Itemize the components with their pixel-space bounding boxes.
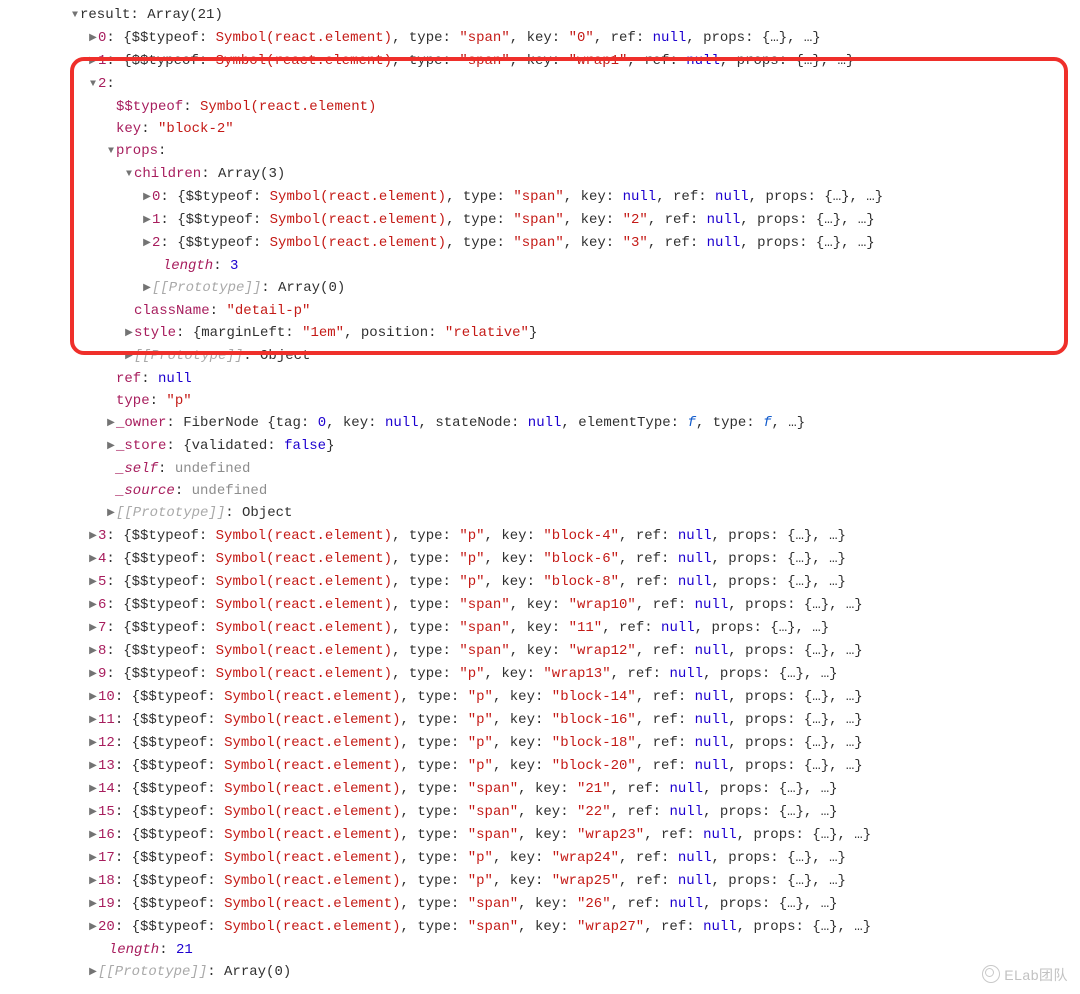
chevron-right-icon[interactable] bbox=[106, 436, 116, 458]
array-item-17[interactable]: 17: {$$typeof: Symbol(react.element), ty… bbox=[0, 847, 1080, 870]
array-prototype[interactable]: [[Prototype]]: Array(0) bbox=[0, 961, 1080, 984]
chevron-right-icon[interactable] bbox=[142, 210, 152, 232]
prop-ref: ref: null bbox=[0, 368, 1080, 390]
prop-classname: className: "detail-p" bbox=[0, 300, 1080, 322]
chevron-right-icon[interactable] bbox=[88, 894, 98, 916]
chevron-right-icon[interactable] bbox=[88, 779, 98, 801]
chevron-right-icon[interactable] bbox=[88, 572, 98, 594]
children-length: length: 3 bbox=[0, 255, 1080, 277]
chevron-right-icon[interactable] bbox=[142, 233, 152, 255]
chevron-right-icon[interactable] bbox=[88, 526, 98, 548]
chevron-right-icon[interactable] bbox=[106, 503, 116, 525]
chevron-right-icon[interactable] bbox=[88, 733, 98, 755]
prop-style[interactable]: style: {marginLeft: "1em", position: "re… bbox=[0, 322, 1080, 345]
prop-typeof: $$typeof: Symbol(react.element) bbox=[0, 96, 1080, 118]
children-item-2[interactable]: 2: {$$typeof: Symbol(react.element), typ… bbox=[0, 232, 1080, 255]
prop-source: _source: undefined bbox=[0, 480, 1080, 502]
chevron-right-icon[interactable] bbox=[88, 28, 98, 50]
chevron-right-icon[interactable] bbox=[88, 51, 98, 73]
array-item-10[interactable]: 10: {$$typeof: Symbol(react.element), ty… bbox=[0, 686, 1080, 709]
chevron-right-icon[interactable] bbox=[106, 413, 116, 435]
array-item-13[interactable]: 13: {$$typeof: Symbol(react.element), ty… bbox=[0, 755, 1080, 778]
chevron-right-icon[interactable] bbox=[88, 871, 98, 893]
chevron-right-icon[interactable] bbox=[88, 664, 98, 686]
prop-key: key: "block-2" bbox=[0, 118, 1080, 140]
array-item-14[interactable]: 14: {$$typeof: Symbol(react.element), ty… bbox=[0, 778, 1080, 801]
chevron-right-icon[interactable] bbox=[88, 825, 98, 847]
chevron-right-icon[interactable] bbox=[142, 187, 152, 209]
chevron-down-icon[interactable] bbox=[70, 5, 80, 27]
chevron-right-icon[interactable] bbox=[88, 962, 98, 984]
array-item-20[interactable]: 20: {$$typeof: Symbol(react.element), ty… bbox=[0, 916, 1080, 939]
array-item-16[interactable]: 16: {$$typeof: Symbol(react.element), ty… bbox=[0, 824, 1080, 847]
array-item-18[interactable]: 18: {$$typeof: Symbol(react.element), ty… bbox=[0, 870, 1080, 893]
chevron-down-icon[interactable] bbox=[106, 141, 116, 163]
array-item-1[interactable]: 1: {$$typeof: Symbol(react.element), typ… bbox=[0, 50, 1080, 73]
chevron-right-icon[interactable] bbox=[88, 641, 98, 663]
chevron-right-icon[interactable] bbox=[88, 687, 98, 709]
array-item-19[interactable]: 19: {$$typeof: Symbol(react.element), ty… bbox=[0, 893, 1080, 916]
array-item-2[interactable]: 2: bbox=[0, 73, 1080, 96]
array-item-7[interactable]: 7: {$$typeof: Symbol(react.element), typ… bbox=[0, 617, 1080, 640]
prop-store[interactable]: _store: {validated: false} bbox=[0, 435, 1080, 458]
array-item-6[interactable]: 6: {$$typeof: Symbol(react.element), typ… bbox=[0, 594, 1080, 617]
tree-root[interactable]: result: Array(21) bbox=[0, 4, 1080, 27]
prop-type: type: "p" bbox=[0, 390, 1080, 412]
array-item-9[interactable]: 9: {$$typeof: Symbol(react.element), typ… bbox=[0, 663, 1080, 686]
node2-prototype[interactable]: [[Prototype]]: Object bbox=[0, 502, 1080, 525]
array-item-4[interactable]: 4: {$$typeof: Symbol(react.element), typ… bbox=[0, 548, 1080, 571]
array-item-15[interactable]: 15: {$$typeof: Symbol(react.element), ty… bbox=[0, 801, 1080, 824]
chevron-right-icon[interactable] bbox=[88, 756, 98, 778]
children-item-0[interactable]: 0: {$$typeof: Symbol(react.element), typ… bbox=[0, 186, 1080, 209]
prop-children[interactable]: children: Array(3) bbox=[0, 163, 1080, 186]
console-object-tree: result: Array(21)0: {$$typeof: Symbol(re… bbox=[0, 0, 1080, 994]
prop-self: _self: undefined bbox=[0, 458, 1080, 480]
array-item-3[interactable]: 3: {$$typeof: Symbol(react.element), typ… bbox=[0, 525, 1080, 548]
prop-props[interactable]: props: bbox=[0, 140, 1080, 163]
chevron-down-icon[interactable] bbox=[88, 74, 98, 96]
prop-owner[interactable]: _owner: FiberNode {tag: 0, key: null, st… bbox=[0, 412, 1080, 435]
chevron-right-icon[interactable] bbox=[88, 710, 98, 732]
array-item-0[interactable]: 0: {$$typeof: Symbol(react.element), typ… bbox=[0, 27, 1080, 50]
props-prototype[interactable]: [[Prototype]]: Object bbox=[0, 345, 1080, 368]
chevron-right-icon[interactable] bbox=[88, 618, 98, 640]
chevron-right-icon[interactable] bbox=[88, 595, 98, 617]
chevron-right-icon[interactable] bbox=[124, 346, 134, 368]
array-item-12[interactable]: 12: {$$typeof: Symbol(react.element), ty… bbox=[0, 732, 1080, 755]
children-item-1[interactable]: 1: {$$typeof: Symbol(react.element), typ… bbox=[0, 209, 1080, 232]
children-prototype[interactable]: [[Prototype]]: Array(0) bbox=[0, 277, 1080, 300]
chevron-right-icon[interactable] bbox=[88, 848, 98, 870]
chevron-right-icon[interactable] bbox=[88, 802, 98, 824]
array-item-8[interactable]: 8: {$$typeof: Symbol(react.element), typ… bbox=[0, 640, 1080, 663]
chevron-right-icon[interactable] bbox=[124, 323, 134, 345]
array-item-11[interactable]: 11: {$$typeof: Symbol(react.element), ty… bbox=[0, 709, 1080, 732]
chevron-down-icon[interactable] bbox=[124, 164, 134, 186]
array-length: length: 21 bbox=[0, 939, 1080, 961]
array-item-5[interactable]: 5: {$$typeof: Symbol(react.element), typ… bbox=[0, 571, 1080, 594]
chevron-right-icon[interactable] bbox=[88, 917, 98, 939]
chevron-right-icon[interactable] bbox=[142, 278, 152, 300]
chevron-right-icon[interactable] bbox=[88, 549, 98, 571]
